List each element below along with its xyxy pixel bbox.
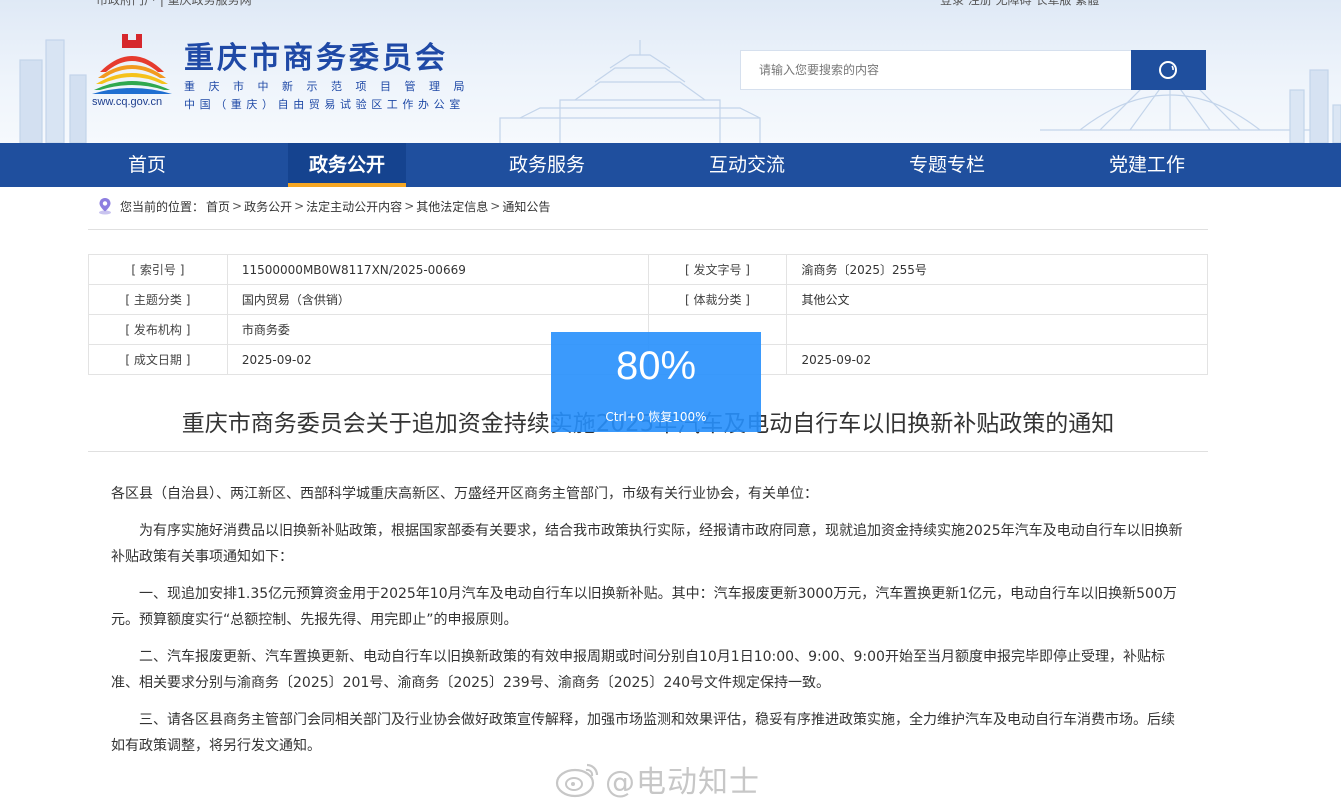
- nav-item-home[interactable]: 首页: [88, 143, 206, 187]
- breadcrumb-prefix: 您当前的位置：: [120, 199, 205, 214]
- meta-label: [ 成文日期 ]: [88, 344, 228, 375]
- logo-domain: sww.cq.gov.cn: [92, 96, 163, 108]
- breadcrumb-link-government-affairs[interactable]: 政务公开: [244, 198, 292, 215]
- table-row: [ 索引号 ] 11500000MB0W8117XN/2025-00669 [ …: [88, 254, 1208, 285]
- document-body: 各区县（自治县）、两江新区、西部科学城重庆高新区、万盛经开区商务主管部门，市级有…: [111, 481, 1185, 770]
- meta-value: 渝商务〔2025〕255号: [786, 254, 1208, 285]
- site-subtitle-1: 重庆市中新示范项目管理局: [184, 80, 478, 93]
- topbar-links-right[interactable]: 登录 注册 无障碍 长辈版 繁體: [940, 0, 1099, 8]
- document-paragraph: 为有序实施好消费品以旧换新补贴政策，根据国家部委有关要求，结合我市政策执行实际，…: [111, 523, 1183, 565]
- meta-value: 11500000MB0W8117XN/2025-00669: [226, 254, 649, 285]
- location-pin-icon: [99, 198, 111, 215]
- site-subtitle-2: 中国（重庆）自由贸易试验区工作办公室: [184, 98, 465, 111]
- search-input[interactable]: [741, 51, 1131, 89]
- main-nav: 首页 政务公开 政务服务 互动交流 专题专栏 党建工作: [0, 143, 1341, 187]
- search-button[interactable]: [1131, 50, 1206, 90]
- logo-icon: [92, 34, 172, 94]
- search-box: [740, 50, 1206, 90]
- breadcrumb-link-notices[interactable]: 通知公告: [502, 198, 550, 215]
- breadcrumb-link-home[interactable]: 首页: [206, 198, 230, 215]
- meta-label: [ 发布机构 ]: [88, 314, 228, 345]
- document-paragraph: 一、现追加安排1.35亿元预算资金用于2025年10月汽车及电动自行车以旧换新补…: [111, 586, 1177, 628]
- site-title: 重庆市商务委员会: [184, 41, 448, 76]
- meta-label: [ 体裁分类 ]: [647, 284, 788, 315]
- meta-label: [ 索引号 ]: [88, 254, 228, 285]
- zoom-percent: 80%: [615, 344, 697, 388]
- meta-label: [ 主题分类 ]: [88, 284, 228, 315]
- meta-label: [ 发文字号 ]: [647, 254, 788, 285]
- breadcrumb-link-other-info[interactable]: 其他法定信息: [416, 198, 488, 215]
- table-row: [ 主题分类 ] 国内贸易（含供销） [ 体裁分类 ] 其他公文: [88, 284, 1208, 315]
- zoom-reset-hint: Ctrl+0 恢复100%: [605, 410, 707, 424]
- watermark-text: @电动知士: [605, 765, 760, 800]
- weibo-logo-icon: [555, 763, 599, 798]
- watermark: @电动知士: [555, 757, 760, 801]
- document-salutation: 各区县（自治县）、两江新区、西部科学城重庆高新区、万盛经开区商务主管部门，市级有…: [111, 486, 818, 502]
- meta-value: 2025-09-02: [786, 344, 1208, 375]
- nav-item-interaction[interactable]: 互动交流: [688, 143, 806, 187]
- zoom-indicator: 80% Ctrl+0 恢复100%: [551, 332, 761, 432]
- breadcrumb: 您当前的位置： 首页 > 政务公开 > 法定主动公开内容 > 其他法定信息 > …: [96, 196, 550, 216]
- title-divider: [88, 451, 1208, 452]
- meta-value: [786, 314, 1208, 345]
- nav-item-topics[interactable]: 专题专栏: [888, 143, 1006, 187]
- nav-item-party-building[interactable]: 党建工作: [1088, 143, 1206, 187]
- breadcrumb-link-statutory-content[interactable]: 法定主动公开内容: [306, 198, 402, 215]
- search-icon: [1159, 61, 1177, 79]
- nav-item-services[interactable]: 政务服务: [488, 143, 606, 187]
- breadcrumb-divider: [88, 229, 1208, 230]
- document-paragraph: 二、汽车报废更新、汽车置换更新、电动自行车以旧换新政策的有效申报周期或时间分别自…: [111, 649, 1165, 691]
- topbar-links-left[interactable]: 市政府门户 | 重庆政务服务网: [96, 0, 252, 8]
- meta-value: 国内贸易（含供销）: [226, 284, 649, 315]
- nav-item-government-affairs[interactable]: 政务公开: [288, 143, 406, 187]
- site-header: 市政府门户 | 重庆政务服务网 登录 注册 无障碍 长辈版 繁體 sww.cq.…: [0, 0, 1341, 143]
- document-paragraph: 三、请各区县商务主管部门会同相关部门及行业协会做好政策宣传解释，加强市场监测和效…: [111, 712, 1175, 754]
- meta-value: 其他公文: [786, 284, 1208, 315]
